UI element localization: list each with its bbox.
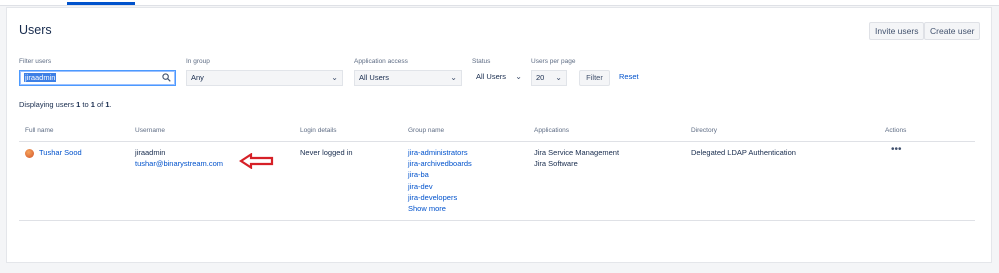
column-header-username: Username xyxy=(135,127,165,134)
users-panel: Users Invite users Create user Filter us… xyxy=(6,7,992,263)
show-more-link[interactable]: Show more xyxy=(408,203,472,214)
column-header-group-name: Group name xyxy=(408,127,445,134)
annotation-arrow-icon xyxy=(239,153,274,169)
top-tab-strip xyxy=(0,0,999,6)
application-access-value: All Users xyxy=(359,73,390,82)
group-link[interactable]: jira-administrators xyxy=(408,147,472,158)
group-link[interactable]: jira-ba xyxy=(408,169,472,180)
invite-users-button[interactable]: Invite users xyxy=(869,22,925,40)
in-group-label: In group xyxy=(186,58,210,65)
results-summary-prefix: Displaying users xyxy=(19,100,77,109)
column-header-directory: Directory xyxy=(691,127,718,134)
username-value: jiraadmin xyxy=(135,148,166,157)
active-tab-indicator xyxy=(67,2,135,5)
chevron-down-icon: ⌄ xyxy=(555,73,562,82)
status-value: All Users xyxy=(476,72,507,81)
column-header-full-name: Full name xyxy=(25,127,54,134)
users-per-page-value: 20 xyxy=(536,73,545,82)
login-details-cell: Never logged in xyxy=(300,148,353,157)
status-label: Status xyxy=(472,58,491,65)
column-header-login-details: Login details xyxy=(300,127,337,134)
user-full-name-link[interactable]: Tushar Sood xyxy=(39,148,82,157)
users-per-page-label: Users per page xyxy=(531,58,576,65)
filter-users-input[interactable]: jiraadmin xyxy=(19,70,176,86)
results-summary-suffix: . xyxy=(109,100,112,109)
search-icon[interactable] xyxy=(162,73,171,82)
username-cell: jiraadmin tushar@binarystream.com xyxy=(135,147,223,169)
filter-users-label: Filter users xyxy=(19,58,52,65)
avatar[interactable] xyxy=(25,149,34,158)
chevron-down-icon: ⌄ xyxy=(450,73,457,82)
chevron-down-icon: ⌄ xyxy=(515,72,522,81)
status-select[interactable]: All Users ⌄ xyxy=(472,70,522,86)
table-bottom-divider xyxy=(19,220,975,221)
application-item: Jira Software xyxy=(534,159,578,169)
results-summary-of: of xyxy=(94,100,106,109)
create-user-button[interactable]: Create user xyxy=(924,22,981,40)
page-title: Users xyxy=(19,23,52,37)
group-link[interactable]: jira-developers xyxy=(408,192,472,203)
application-item: Jira Service Management xyxy=(534,148,620,157)
reset-link[interactable]: Reset xyxy=(619,72,639,81)
in-group-select[interactable]: Any ⌄ xyxy=(186,70,343,86)
filter-users-value: jiraadmin xyxy=(24,73,57,82)
group-link[interactable]: jira-dev xyxy=(408,181,472,192)
group-name-cell: jira-administrators jira-archivedboards … xyxy=(408,147,472,214)
application-access-select[interactable]: All Users ⌄ xyxy=(354,70,462,86)
more-icon[interactable]: ••• xyxy=(891,144,902,155)
user-email-link[interactable]: tushar@binarystream.com xyxy=(135,158,223,169)
column-header-actions: Actions xyxy=(885,127,907,134)
results-summary: Displaying users 1 to 1 of 1. xyxy=(19,100,112,109)
column-header-applications: Applications xyxy=(534,127,570,134)
group-link[interactable]: jira-archivedboards xyxy=(408,158,472,169)
chevron-down-icon: ⌄ xyxy=(331,73,338,82)
users-per-page-select[interactable]: 20 ⌄ xyxy=(531,70,567,86)
application-access-label: Application access xyxy=(354,58,408,65)
directory-cell: Delegated LDAP Authentication xyxy=(691,148,796,157)
applications-cell: Jira Service Management Jira Software xyxy=(534,147,619,169)
results-summary-to: to xyxy=(80,100,91,109)
filter-button[interactable]: Filter xyxy=(579,70,610,86)
table-header-divider xyxy=(19,141,975,142)
in-group-value: Any xyxy=(191,73,204,82)
